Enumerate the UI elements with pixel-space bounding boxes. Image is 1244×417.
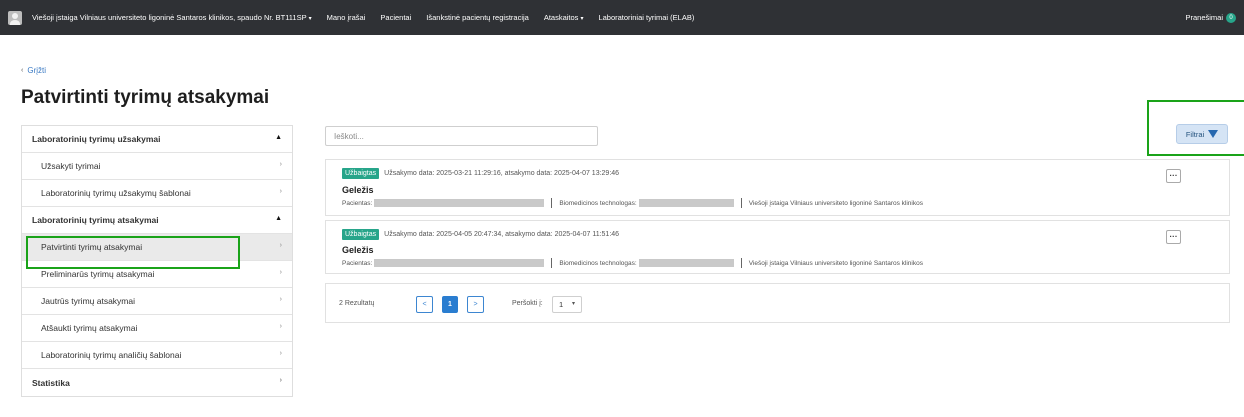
back-link[interactable]: ‹ Grįžti — [21, 66, 46, 75]
sidebar-item-label: Užsakyti tyrimai — [41, 161, 101, 171]
chevron-down-icon: ▾ — [308, 16, 312, 22]
sidebar-item-label: Jautrūs tyrimų atsakymai — [41, 296, 135, 306]
institution-label: Viešoji įstaiga Vilniaus universiteto li… — [748, 259, 923, 267]
nav-institution-dropdown[interactable]: Viešoji įstaiga Vilniaus universiteto li… — [32, 13, 312, 22]
top-navbar: Viešoji įstaiga Vilniaus universiteto li… — [0, 0, 1244, 35]
next-page-button[interactable]: > — [467, 296, 484, 313]
notifications-count-badge: 0 — [1226, 12, 1236, 23]
redacted-patient — [374, 199, 545, 207]
collapse-icon: ▲ — [275, 134, 282, 141]
technologist-label: Biomedicinos technologas: — [559, 259, 637, 267]
back-label: Grįžti — [27, 66, 47, 75]
result-dates: Užsakymo data: 2025-04-05 20:47:34, atsa… — [384, 231, 620, 238]
chevron-right-icon: › — [279, 242, 282, 249]
sidebar-item-label: Laboratorinių tyrimų analičių šablonai — [41, 350, 182, 360]
sidebar-section-label: Statistika — [32, 377, 70, 388]
nav-item-mano-irasai[interactable]: Mano įrašai — [327, 13, 366, 22]
divider — [740, 198, 742, 208]
sidebar-item-atsaukti[interactable]: Atšaukti tyrimų atsakymai › — [22, 315, 292, 342]
patient-label: Pacientas: — [342, 199, 373, 207]
goto-label: Peršokti į: — [512, 300, 543, 307]
patient-label: Pacientas: — [342, 259, 373, 267]
highlight-box-sidebar — [26, 236, 240, 269]
chevron-right-icon: › — [279, 188, 282, 195]
collapse-icon: ▲ — [275, 215, 282, 222]
sidebar-item-uzsakymu-sablonai[interactable]: Laboratorinių tyrimų užsakymų šablonai › — [22, 180, 292, 207]
nav-item-ataskaitos[interactable]: Ataskaitos ▾ — [544, 13, 584, 22]
result-meta: Užbaigtas Užsakymo data: 2025-03-21 11:2… — [342, 168, 619, 179]
sidebar-section-statistika[interactable]: Statistika › — [22, 369, 292, 396]
redacted-technologist — [638, 259, 734, 267]
redacted-technologist — [638, 199, 734, 207]
goto-page-select[interactable]: 1 ▾ — [552, 296, 582, 313]
notifications-link[interactable]: Pranešimai 0 — [1185, 12, 1236, 23]
chevron-right-icon: › — [279, 296, 282, 303]
sidebar-item-label: Preliminarūs tyrimų atsakymai — [41, 269, 155, 279]
chevron-down-icon: ▾ — [571, 301, 575, 307]
sidebar-section-label: Laboratorinių tyrimų atsakymai — [32, 215, 159, 225]
prev-page-button[interactable]: < — [416, 296, 433, 313]
sidebar-section-atsakymai[interactable]: Laboratorinių tyrimų atsakymai ▲ — [22, 207, 292, 234]
results-count: 2 Rezultatų — [339, 300, 375, 307]
chevron-right-icon: › — [279, 323, 282, 330]
nav-ataskaitos-label: Ataskaitos — [543, 13, 579, 22]
chevron-right-icon: › — [279, 377, 282, 384]
sidebar-item-uzsakyti-tyrimai[interactable]: Užsakyti tyrimai › — [22, 153, 292, 180]
divider — [740, 258, 742, 268]
more-options-button[interactable]: ··· — [1166, 230, 1181, 244]
highlight-box-filter — [1147, 100, 1244, 156]
institution-label: Viešoji įstaiga Vilniaus universiteto li… — [748, 199, 923, 207]
notifications-label: Pranešimai — [1185, 13, 1223, 22]
divider — [551, 258, 553, 268]
page-1-button[interactable]: 1 — [442, 296, 458, 313]
divider — [551, 198, 553, 208]
result-meta: Užbaigtas Užsakymo data: 2025-04-05 20:4… — [342, 229, 619, 240]
nav-item-elab[interactable]: Laboratoriniai tyrimai (ELAB) — [598, 13, 694, 22]
chevron-right-icon: › — [279, 269, 282, 276]
sidebar-section-uzsakymai[interactable]: Laboratorinių tyrimų užsakymai ▲ — [22, 126, 292, 153]
technologist-label: Biomedicinos technologas: — [559, 199, 637, 207]
result-test-name: Geležis — [342, 185, 374, 195]
nav-item-pacientai[interactable]: Pacientai — [380, 13, 411, 22]
result-details: Pacientas: Biomedicinos technologas: Vie… — [342, 198, 923, 208]
result-dates: Užsakymo data: 2025-03-21 11:29:16, atsa… — [384, 170, 620, 177]
page-title: Patvirtinti tyrimų atsakymai — [21, 87, 270, 108]
pagination-bar: 2 Rezultatų < 1 > Peršokti į: 1 ▾ — [325, 283, 1230, 323]
status-badge: Užbaigtas — [342, 229, 380, 240]
goto-value: 1 — [559, 300, 564, 309]
nav-item-registracija[interactable]: Išankstinė pacientų registracija — [426, 13, 529, 22]
result-card[interactable]: Užbaigtas Užsakymo data: 2025-04-05 20:4… — [325, 220, 1230, 274]
result-test-name: Geležis — [342, 245, 374, 255]
chevron-down-icon: ▾ — [580, 16, 584, 22]
sidebar-item-label: Laboratorinių tyrimų užsakymų šablonai — [41, 188, 191, 198]
chevron-right-icon: › — [279, 350, 282, 357]
result-card[interactable]: Užbaigtas Užsakymo data: 2025-03-21 11:2… — [325, 159, 1230, 216]
sidebar-item-jautrus[interactable]: Jautrūs tyrimų atsakymai › — [22, 288, 292, 315]
sidebar-item-label: Atšaukti tyrimų atsakymai — [41, 323, 138, 333]
sidebar-item-analiciu-sablonai[interactable]: Laboratorinių tyrimų analičių šablonai › — [22, 342, 292, 369]
search-input[interactable] — [325, 126, 598, 146]
more-options-button[interactable]: ··· — [1166, 169, 1181, 183]
chevron-left-icon: ‹ — [21, 67, 24, 74]
result-details: Pacientas: Biomedicinos technologas: Vie… — [342, 258, 923, 268]
redacted-patient — [374, 259, 545, 267]
user-avatar-icon[interactable] — [8, 10, 22, 25]
sidebar-section-label: Laboratorinių tyrimų užsakymai — [32, 134, 161, 144]
nav-institution-label: Viešoji įstaiga Vilniaus universiteto li… — [32, 13, 307, 22]
chevron-right-icon: › — [279, 161, 282, 168]
status-badge: Užbaigtas — [342, 168, 380, 179]
